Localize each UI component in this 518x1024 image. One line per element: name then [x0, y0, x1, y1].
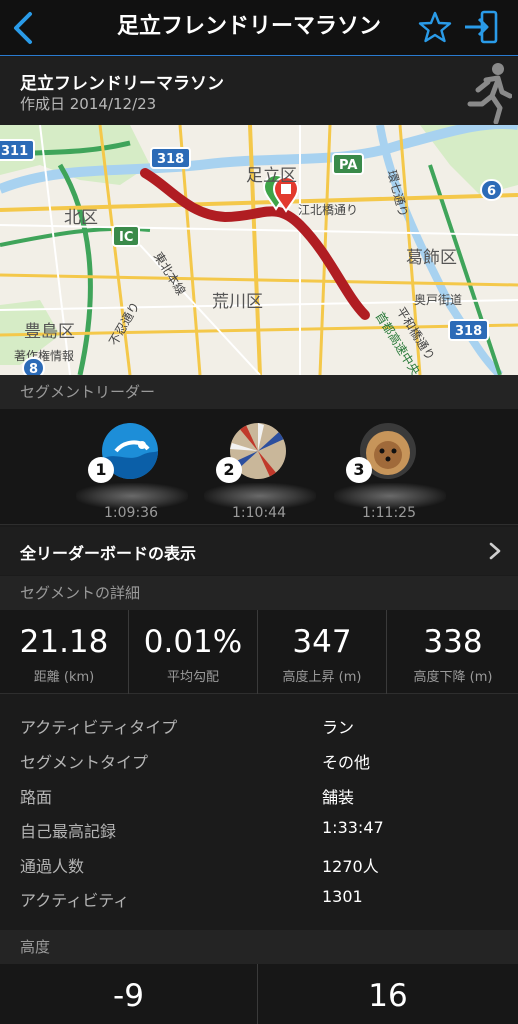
route-shield-6: 6 — [480, 179, 504, 201]
elevation-value: -9 — [113, 978, 144, 1014]
detail-key: 自己最高記録 — [20, 822, 117, 841]
rank-badge: 2 — [216, 457, 242, 483]
share-arrow-icon[interactable] — [462, 8, 500, 46]
stat-label: 高度下降 (m) — [413, 670, 493, 685]
detail-value: 1:33:47 — [322, 818, 384, 837]
stat-value: 338 — [423, 624, 483, 660]
detail-key: アクティビティタイプ — [20, 718, 178, 737]
detail-row-surface: 路面 舗装 — [0, 778, 518, 812]
map-label-okudo: 奥戸街道 — [414, 293, 463, 307]
segment-header: 足立フレンドリーマラソン 作成日 2014/12/23 — [0, 57, 518, 125]
chevron-right-icon — [489, 542, 501, 560]
map-label-toshima: 豊島区 — [24, 322, 75, 342]
elevation-header: 高度 — [0, 930, 518, 964]
runner-icon — [467, 63, 512, 124]
page-title: 足立フレンドリーマラソン — [116, 14, 381, 39]
elevation-high: 16 — [259, 964, 517, 1024]
stat-label: 高度上昇 (m) — [282, 670, 362, 685]
stat-label: 平均勾配 — [166, 670, 219, 685]
stat-elevation-gain: 347 高度上昇 (m) — [258, 610, 387, 694]
stat-average-grade: 0.01% 平均勾配 — [129, 610, 258, 694]
elevation-stats: -9 16 — [0, 964, 518, 1024]
map-label-kita: 北区 — [64, 208, 98, 228]
detail-row-personal-record: 自己最高記録 1:33:47 — [0, 812, 518, 846]
map-label-koboku: 江北橋通り — [298, 203, 359, 217]
stat-value: 0.01% — [143, 624, 243, 660]
detail-key: セグメントタイプ — [20, 753, 149, 772]
interchange-shield: IC — [112, 225, 141, 247]
chevron-left-icon[interactable] — [8, 8, 40, 48]
route-shield-8: 8 — [22, 357, 46, 375]
route-shield-318-south: 318 — [448, 319, 490, 341]
segment-leaders-header: セグメントリーダー — [0, 375, 518, 409]
nav-bar: 足立フレンドリーマラソン — [0, 0, 518, 56]
segment-name: 足立フレンドリーマラソン — [20, 74, 224, 94]
parking-area-shield: PA — [332, 153, 365, 175]
detail-value: ラン — [322, 718, 355, 737]
stat-elevation-loss: 338 高度下降 (m) — [388, 610, 518, 694]
detail-value: その他 — [322, 753, 371, 772]
segment-map[interactable]: 足立区 北区 葛飾区 荒川区 豊島区 江北橋通り 不忍通り 東北本線 平和橋通り… — [0, 125, 518, 375]
detail-key: 通過人数 — [20, 857, 85, 876]
leader-item-2[interactable]: 2 1:10:44 — [194, 409, 324, 525]
segment-details-header: セグメントの詳細 — [0, 576, 518, 610]
leader-item-3[interactable]: 3 1:11:25 — [324, 409, 454, 525]
details-list: アクティビティタイプ ラン セグメントタイプ その他 路面 舗装 自己最高記録 … — [0, 695, 518, 930]
detail-key: 路面 — [20, 788, 53, 807]
map-label-arakawa: 荒川区 — [212, 292, 263, 312]
detail-row-athlete-count: 通過人数 1270人 — [0, 847, 518, 881]
detail-key: アクティビティ — [20, 891, 130, 910]
stat-value: 347 — [292, 624, 352, 660]
detail-row-activity-type: アクティビティタイプ ラン — [0, 708, 518, 742]
leader-time: 1:11:25 — [362, 505, 416, 521]
star-outline-icon[interactable] — [418, 10, 452, 44]
view-full-leaderboard-row[interactable]: 全リーダーボードの表示 — [0, 527, 518, 575]
segment-created-date: 作成日 2014/12/23 — [20, 95, 157, 113]
stats-grid: 21.18 距離 (km) 0.01% 平均勾配 347 高度上昇 (m) 33… — [0, 610, 518, 694]
detail-value: 1301 — [322, 887, 363, 906]
detail-value: 舗装 — [322, 788, 355, 807]
leaders-list: 1 1:09:36 2 1:10:44 3 1:11:25 — [0, 409, 518, 525]
route-shield-318-north: 318 — [150, 147, 192, 169]
rank-badge: 3 — [346, 457, 372, 483]
detail-row-activity-count: アクティビティ 1301 — [0, 881, 518, 915]
leader-time: 1:09:36 — [104, 505, 158, 521]
view-full-leaderboard-label: 全リーダーボードの表示 — [20, 544, 197, 563]
stat-label: 距離 (km) — [33, 670, 95, 685]
detail-value: 1270人 — [322, 857, 379, 876]
route-shield-311: 311 — [0, 139, 36, 161]
stat-distance: 21.18 距離 (km) — [0, 610, 129, 694]
elevation-value: 16 — [368, 978, 408, 1014]
map-label-adachi: 足立区 — [246, 166, 297, 186]
rank-badge: 1 — [88, 457, 114, 483]
leader-item-1[interactable]: 1 1:09:36 — [66, 409, 196, 525]
detail-row-segment-type: セグメントタイプ その他 — [0, 743, 518, 777]
elevation-low: -9 — [0, 964, 258, 1024]
leader-time: 1:10:44 — [232, 505, 286, 521]
map-label-katsushika: 葛飾区 — [406, 248, 457, 268]
stat-value: 21.18 — [19, 624, 109, 660]
